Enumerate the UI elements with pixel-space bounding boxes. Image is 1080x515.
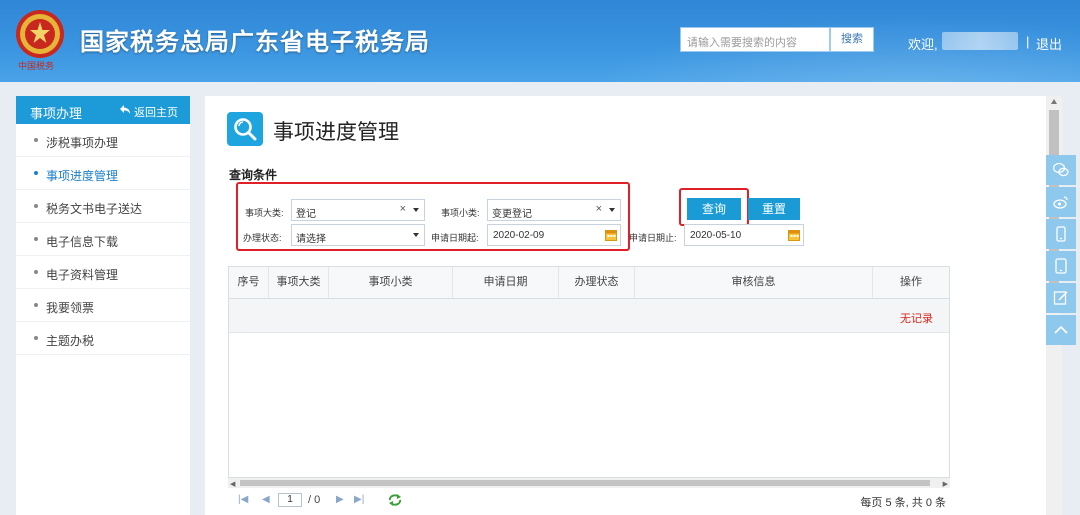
calendar-icon[interactable] — [605, 229, 617, 241]
total-pages: / 0 — [308, 494, 321, 506]
bullet-icon — [34, 204, 38, 208]
chevron-down-icon — [609, 208, 615, 212]
column-header: 办理状态 — [559, 267, 635, 298]
first-page-icon[interactable]: |◀ — [238, 494, 248, 505]
sidebar-item-e-delivery[interactable]: 税务文书电子送达 — [16, 190, 190, 223]
sidebar-item-label: 电子资料管理 — [46, 268, 119, 282]
reset-button[interactable]: 重置 — [748, 198, 800, 220]
status-value: 请选择 — [296, 234, 326, 245]
prev-page-icon[interactable]: ◀ — [262, 494, 270, 505]
search-button[interactable]: 搜索 — [830, 27, 874, 52]
sidebar-item-e-documents[interactable]: 电子资料管理 — [16, 256, 190, 289]
sidebar: 事项办理 返回主页 涉税事项办理 事项进度管理 税务文书电子送达 电子信息下载 … — [16, 96, 190, 515]
status-select[interactable]: 请选择 — [291, 224, 425, 246]
site-header: 中国税务 国家税务总局广东省电子税务局 请输入需要搜索的内容 搜索 欢迎, | … — [0, 0, 1080, 82]
clear-icon[interactable]: × — [400, 203, 406, 215]
column-header: 序号 — [229, 267, 269, 298]
bullet-icon — [34, 171, 38, 175]
table-row: 无记录 — [229, 299, 949, 333]
pagination: |◀ ◀ 1 / 0 ▶ ▶| 每页 5 条, 共 0 条 — [228, 490, 950, 512]
date-from-input[interactable]: 2020-02-09 — [487, 224, 621, 246]
pager-summary: 每页 5 条, 共 0 条 — [860, 497, 946, 509]
tax-emblem-icon — [16, 10, 64, 58]
header-separator: | — [1026, 34, 1030, 49]
category-label: 事项大类: — [245, 208, 284, 218]
date-to-value: 2020-05-10 — [690, 230, 742, 241]
next-page-icon[interactable]: ▶ — [336, 494, 344, 505]
back-arrow-icon[interactable] — [120, 105, 130, 114]
category-select[interactable]: 登记 × — [291, 199, 425, 221]
scroll-right-icon[interactable]: ▶ — [943, 480, 948, 488]
column-header: 操作 — [900, 276, 922, 288]
sidebar-item-progress[interactable]: 事项进度管理 — [16, 157, 190, 190]
chevron-down-icon — [413, 208, 419, 212]
clear-icon[interactable]: × — [596, 203, 602, 215]
scrollbar-thumb[interactable] — [240, 480, 930, 486]
sidebar-item-info-download[interactable]: 电子信息下载 — [16, 223, 190, 256]
scroll-left-icon[interactable]: ◀ — [230, 480, 235, 488]
tablet-icon[interactable] — [1046, 251, 1076, 281]
bullet-icon — [34, 303, 38, 307]
calendar-icon[interactable] — [788, 229, 800, 241]
status-label: 办理状态: — [243, 233, 282, 243]
bullet-icon — [34, 237, 38, 241]
main-panel: 事项进度管理 查询条件 事项大类: 登记 × 事项小类: 变更登记 × 办理状态… — [205, 96, 1047, 515]
emblem-caption: 中国税务 — [18, 60, 54, 70]
sidebar-header: 事项办理 返回主页 — [16, 96, 190, 124]
sidebar-item-label: 事项进度管理 — [46, 169, 119, 183]
date-from-value: 2020-02-09 — [493, 230, 545, 241]
edit-icon[interactable] — [1046, 283, 1076, 313]
no-records-text: 无记录 — [900, 313, 933, 325]
username-redacted — [942, 32, 1018, 50]
chevron-up-icon[interactable] — [1046, 315, 1076, 345]
page-title: 事项进度管理 — [273, 121, 399, 144]
last-page-icon[interactable]: ▶| — [354, 494, 364, 505]
svg-text:中国税务: 中国税务 — [18, 60, 54, 70]
horizontal-scrollbar[interactable]: ◀ ▶ — [228, 478, 950, 488]
page-number-input[interactable]: 1 — [278, 493, 302, 507]
subcategory-value: 变更登记 — [492, 209, 532, 220]
date-from-label: 申请日期起: — [431, 233, 479, 243]
sidebar-item-label: 税务文书电子送达 — [46, 202, 143, 216]
table-header: 序号 事项大类 事项小类 申请日期 办理状态 审核信息 操作 — [229, 267, 949, 299]
back-home-link[interactable]: 返回主页 — [134, 104, 178, 120]
column-header: 事项小类 — [329, 267, 453, 298]
column-header: 事项大类 — [269, 267, 329, 298]
weibo-icon[interactable] — [1046, 187, 1076, 217]
sidebar-item-get-invoice[interactable]: 我要领票 — [16, 289, 190, 322]
scroll-up-icon[interactable] — [1051, 99, 1057, 104]
subcategory-select[interactable]: 变更登记 × — [487, 199, 621, 221]
logout-link[interactable]: 退出 — [1036, 34, 1062, 53]
query-button[interactable]: 查询 — [687, 198, 741, 220]
column-header: 申请日期 — [453, 267, 559, 298]
welcome-text: 欢迎, — [908, 37, 938, 52]
refresh-icon[interactable] — [388, 494, 402, 506]
sidebar-item-label: 涉税事项办理 — [46, 136, 119, 150]
site-title: 国家税务总局广东省电子税务局 — [80, 29, 430, 56]
bullet-icon — [34, 336, 38, 340]
floating-toolbar — [1046, 155, 1076, 347]
sidebar-item-tax-matters[interactable]: 涉税事项办理 — [16, 124, 190, 157]
results-table: 序号 事项大类 事项小类 申请日期 办理状态 审核信息 操作 无记录 — [228, 266, 950, 478]
search-input[interactable]: 请输入需要搜索的内容 — [680, 27, 830, 52]
subcategory-label: 事项小类: — [441, 208, 480, 218]
sidebar-item-themed-tax[interactable]: 主题办税 — [16, 322, 190, 355]
query-conditions-title: 查询条件 — [229, 168, 278, 182]
bullet-icon — [34, 138, 38, 142]
sidebar-title: 事项办理 — [30, 106, 83, 121]
wechat-icon[interactable] — [1046, 155, 1076, 185]
column-header: 审核信息 — [635, 267, 873, 298]
chevron-down-icon — [413, 233, 419, 237]
bullet-icon — [34, 270, 38, 274]
magnifier-icon — [227, 112, 263, 146]
sidebar-item-label: 我要领票 — [46, 301, 95, 315]
date-to-input[interactable]: 2020-05-10 — [684, 224, 804, 246]
sidebar-item-label: 电子信息下载 — [46, 235, 119, 249]
mobile-icon[interactable] — [1046, 219, 1076, 249]
sidebar-item-label: 主题办税 — [46, 334, 95, 348]
date-to-label: 申请日期止: — [629, 233, 677, 243]
category-value: 登记 — [296, 209, 316, 220]
